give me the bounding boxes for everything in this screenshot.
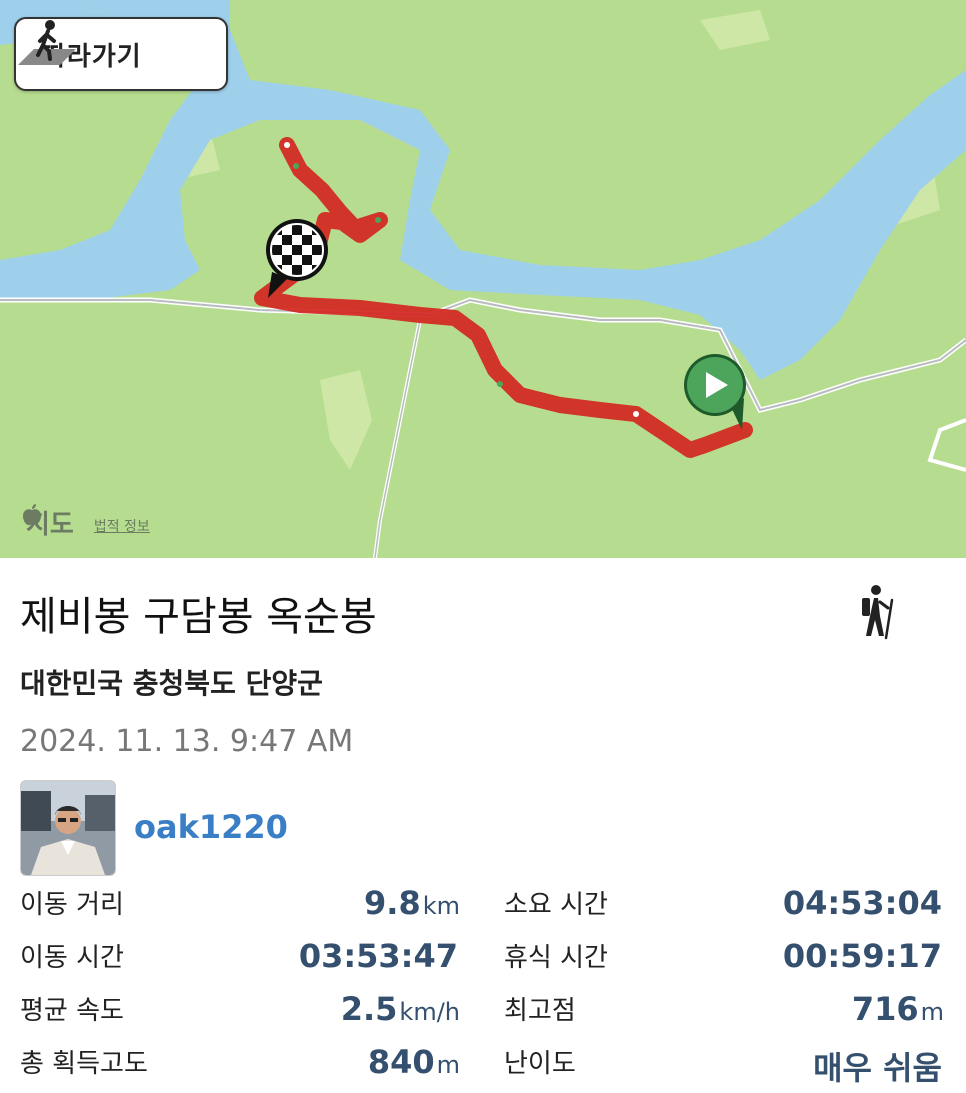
stat-value: 9.8km [364, 884, 460, 922]
activity-datetime: 2024. 11. 13. 9:47 AM [20, 724, 354, 759]
route-map[interactable]: 따라가기 지도 법적 정보 [0, 0, 966, 558]
stat-value: 매우 쉬움 [813, 1049, 942, 1087]
stat-label: 소요 시간 [504, 890, 608, 920]
stat-label: 휴식 시간 [504, 943, 608, 973]
stat-label: 이동 시간 [20, 943, 124, 973]
stat-label: 총 획득고도 [20, 1049, 148, 1079]
stat-row: 총 획득고도 840m 난이도 매우 쉬움 [0, 1043, 966, 1093]
stat-value: 2.5km/h [340, 990, 460, 1028]
apple-logo-icon [23, 504, 41, 526]
stat-value: 00:59:17 [782, 937, 942, 975]
user-avatar[interactable] [20, 780, 116, 876]
stat-label: 난이도 [504, 1049, 576, 1079]
hiking-icon [862, 585, 894, 640]
stat-label: 평균 속도 [20, 996, 124, 1026]
stat-row: 평균 속도 2.5km/h 최고점 716m [0, 990, 966, 1040]
legal-info-link[interactable]: 법적 정보 [94, 516, 150, 536]
stat-value: 840m [367, 1043, 460, 1081]
stat-row: 이동 시간 03:53:47 휴식 시간 00:59:17 [0, 937, 966, 987]
stat-value: 716m [851, 990, 944, 1028]
stat-label: 이동 거리 [20, 890, 124, 920]
stat-label: 최고점 [504, 996, 576, 1026]
map-attribution: 지도 법적 정보 [22, 504, 150, 541]
activity-title: 제비봉 구담봉 옥순봉 [20, 594, 377, 640]
activity-location: 대한민국 충청북도 단양군 [20, 667, 323, 700]
follow-route-button[interactable]: 따라가기 [14, 17, 228, 91]
walking-person-icon [18, 20, 76, 65]
username-link[interactable]: oak1220 [134, 808, 288, 846]
stat-row: 이동 거리 9.8km 소요 시간 04:53:04 [0, 884, 966, 934]
stat-value: 03:53:47 [298, 937, 458, 975]
stat-value: 04:53:04 [782, 884, 942, 922]
